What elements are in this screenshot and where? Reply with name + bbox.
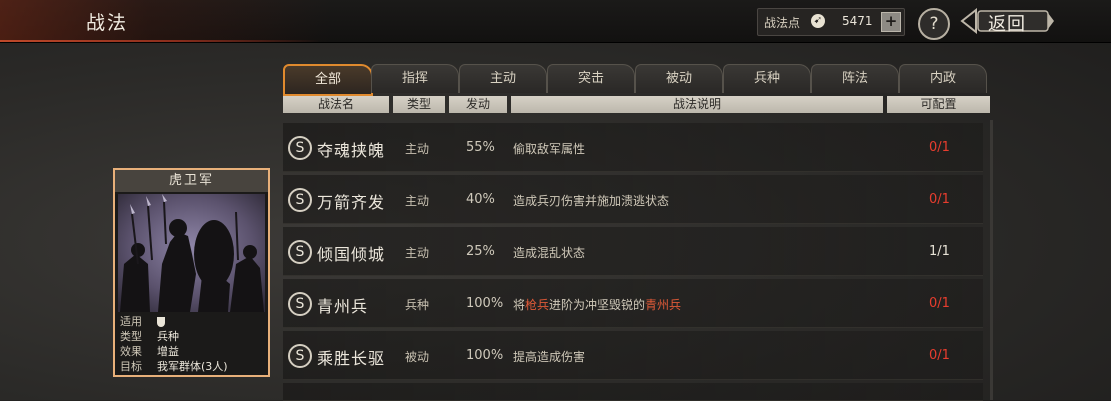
card-info-key: 适用 [120, 315, 142, 328]
tactic-detail-card: 虎卫军 适用 类型 兵种 效果 增益 目标 我军群体(3人) [113, 168, 270, 377]
tactic-config-count: 0/1 [929, 296, 950, 311]
card-info-value: 增益 [157, 345, 179, 358]
card-info-row: 效果 增益 [120, 344, 265, 359]
list-scrollbar[interactable] [990, 120, 993, 400]
tactic-type: 兵种 [405, 298, 430, 312]
tactic-description: 将枪兵进阶为冲坚毁锐的青州兵 [513, 298, 682, 312]
tactic-type: 主动 [405, 142, 430, 156]
grade-s-icon: S [288, 344, 312, 368]
back-label: 返回 [988, 14, 1026, 35]
tactic-points-box: 战法点 ➹ 5471 + [757, 8, 905, 36]
column-header-name[interactable]: 战法名 [283, 96, 389, 113]
page-title: 战法 [86, 12, 129, 34]
column-header-type[interactable]: 类型 [393, 96, 445, 113]
tactic-points-label: 战法点 [764, 16, 801, 30]
table-row[interactable]: S 倾国倾城 主动 25% 造成混乱状态 1/1 [283, 227, 983, 276]
grade-s-icon: S [288, 240, 312, 264]
card-info: 适用 类型 兵种 效果 增益 目标 我军群体(3人) [120, 314, 265, 374]
tactic-name: 倾国倾城 [317, 245, 386, 264]
tactic-rate: 100% [466, 348, 504, 363]
tab-command[interactable]: 指挥 [371, 64, 459, 93]
compass-icon: ➹ [811, 14, 825, 28]
tactic-name: 乘胜长驱 [317, 349, 386, 368]
top-bar: 战法 战法点 ➹ 5471 + ? 返回 [0, 0, 1111, 43]
tactic-name: 万箭齐发 [317, 193, 386, 212]
tactic-config-count: 0/1 [929, 192, 950, 207]
tactic-name: 青州兵 [317, 297, 369, 316]
tactic-rate: 40% [466, 192, 495, 207]
tab-troop[interactable]: 兵种 [723, 64, 811, 93]
card-info-row: 目标 我军群体(3人) [120, 359, 265, 374]
table-row[interactable]: S 万箭齐发 主动 40% 造成兵刃伤害并施加溃逃状态 0/1 [283, 175, 983, 224]
tactic-description: 造成混乱状态 [513, 246, 586, 260]
tab-formation[interactable]: 阵法 [811, 64, 899, 93]
add-points-button[interactable]: + [881, 12, 901, 32]
tactic-config-count: 0/1 [929, 140, 950, 155]
tactic-config-count: 0/1 [929, 348, 950, 363]
tactic-list: S 夺魂挟魄 主动 55% 偷取敌军属性 0/1 S 万箭齐发 主动 40% 造… [283, 120, 988, 401]
grade-s-icon: S [288, 188, 312, 212]
column-header-rate[interactable]: 发动 [449, 96, 507, 113]
tab-domestic[interactable]: 内政 [899, 64, 987, 93]
tactic-description: 造成兵刃伤害并施加溃逃状态 [513, 194, 670, 208]
shield-icon [157, 314, 165, 329]
tactic-rate: 55% [466, 140, 495, 155]
tactic-description: 提高造成伤害 [513, 350, 586, 364]
back-button[interactable]: 返回 [960, 8, 1056, 35]
title-banner: 战法 [0, 0, 330, 42]
tab-passive[interactable]: 被动 [635, 64, 723, 93]
tactic-type: 被动 [405, 350, 430, 364]
help-button[interactable]: ? [918, 8, 950, 40]
soldiers-illustration [118, 194, 265, 312]
card-title: 虎卫军 [115, 170, 268, 192]
card-info-row: 适用 [120, 314, 265, 329]
card-info-key: 目标 [120, 360, 142, 373]
tactic-rate: 100% [466, 296, 504, 311]
tactic-points-value: 5471 [842, 14, 873, 28]
table-row[interactable]: S 夺魂挟魄 主动 55% 偷取敌军属性 0/1 [283, 123, 983, 172]
tab-assault[interactable]: 突击 [547, 64, 635, 93]
tactic-type: 主动 [405, 246, 430, 260]
column-header-config[interactable]: 可配置 [887, 96, 990, 113]
grade-s-icon: S [288, 136, 312, 160]
card-info-row: 类型 兵种 [120, 329, 265, 344]
tactic-name: 夺魂挟魄 [317, 141, 386, 160]
card-info-key: 效果 [120, 345, 142, 358]
card-info-value: 我军群体(3人) [157, 360, 228, 373]
tactic-rate: 25% [466, 244, 495, 259]
table-row[interactable]: S 青州兵 兵种 100% 将枪兵进阶为冲坚毁锐的青州兵 0/1 [283, 279, 983, 328]
tactic-config-count: 1/1 [929, 244, 950, 259]
table-row[interactable]: S 乘胜长驱 被动 100% 提高造成伤害 0/1 [283, 331, 983, 380]
column-header-description: 战法说明 [511, 96, 883, 113]
grade-s-icon: S [288, 292, 312, 316]
tab-all[interactable]: 全部 [283, 64, 373, 96]
table-row[interactable] [283, 383, 983, 401]
tactic-description: 偷取敌军属性 [513, 142, 586, 156]
card-info-value: 兵种 [157, 330, 179, 343]
card-info-key: 类型 [120, 330, 142, 343]
tab-active[interactable]: 主动 [459, 64, 547, 93]
tactic-type: 主动 [405, 194, 430, 208]
